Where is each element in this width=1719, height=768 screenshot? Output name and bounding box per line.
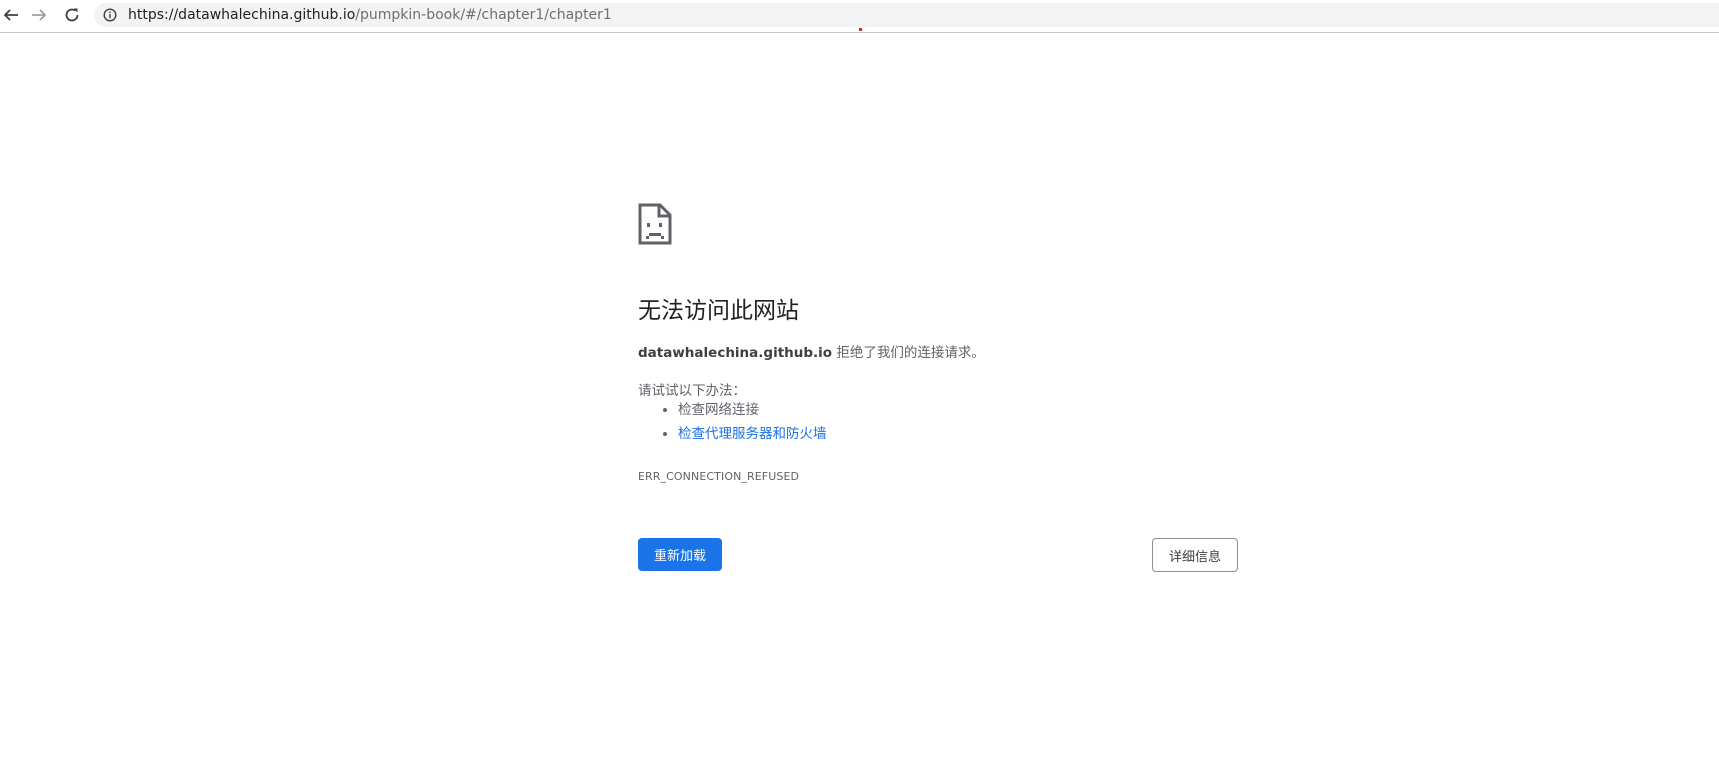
details-button[interactable]: 详细信息 <box>1152 538 1238 572</box>
info-icon[interactable] <box>103 8 117 22</box>
url-path: /pumpkin-book/#/chapter1/chapter1 <box>355 7 612 23</box>
address-bar[interactable]: https://datawhalechina.github.io/pumpkin… <box>94 3 1719 27</box>
list-item: 检查代理服务器和防火墙 <box>678 422 827 446</box>
browser-toolbar: https://datawhalechina.github.io/pumpkin… <box>0 0 1719 33</box>
reload-button[interactable]: 重新加载 <box>638 538 722 571</box>
list-item: 检查网络连接 <box>678 398 827 422</box>
forward-arrow-icon <box>32 9 47 21</box>
sad-page-icon <box>638 203 672 245</box>
forward-button[interactable] <box>28 4 50 26</box>
back-button[interactable] <box>0 4 22 26</box>
url-host: https://datawhalechina.github.io <box>128 7 356 23</box>
loading-indicator <box>859 28 862 31</box>
url-text[interactable]: https://datawhalechina.github.io/pumpkin… <box>128 5 612 25</box>
error-host-suffix: 拒绝了我们的连接请求。 <box>832 345 985 361</box>
suggestions-heading: 请试试以下办法： <box>638 383 746 399</box>
error-host: datawhalechina.github.io <box>638 345 833 361</box>
reload-icon <box>65 8 79 22</box>
suggestion-check-network: 检查网络连接 <box>678 402 759 418</box>
page-title: 无法访问此网站 <box>638 298 799 324</box>
suggestion-check-proxy-link[interactable]: 检查代理服务器和防火墙 <box>678 426 827 442</box>
error-description: datawhalechina.github.io 拒绝了我们的连接请求。 <box>638 341 985 361</box>
error-code: ERR_CONNECTION_REFUSED <box>638 470 800 483</box>
suggestions-list: 检查网络连接 检查代理服务器和防火墙 <box>638 398 827 446</box>
reload-page-button[interactable] <box>61 4 83 26</box>
back-arrow-icon <box>3 9 18 21</box>
